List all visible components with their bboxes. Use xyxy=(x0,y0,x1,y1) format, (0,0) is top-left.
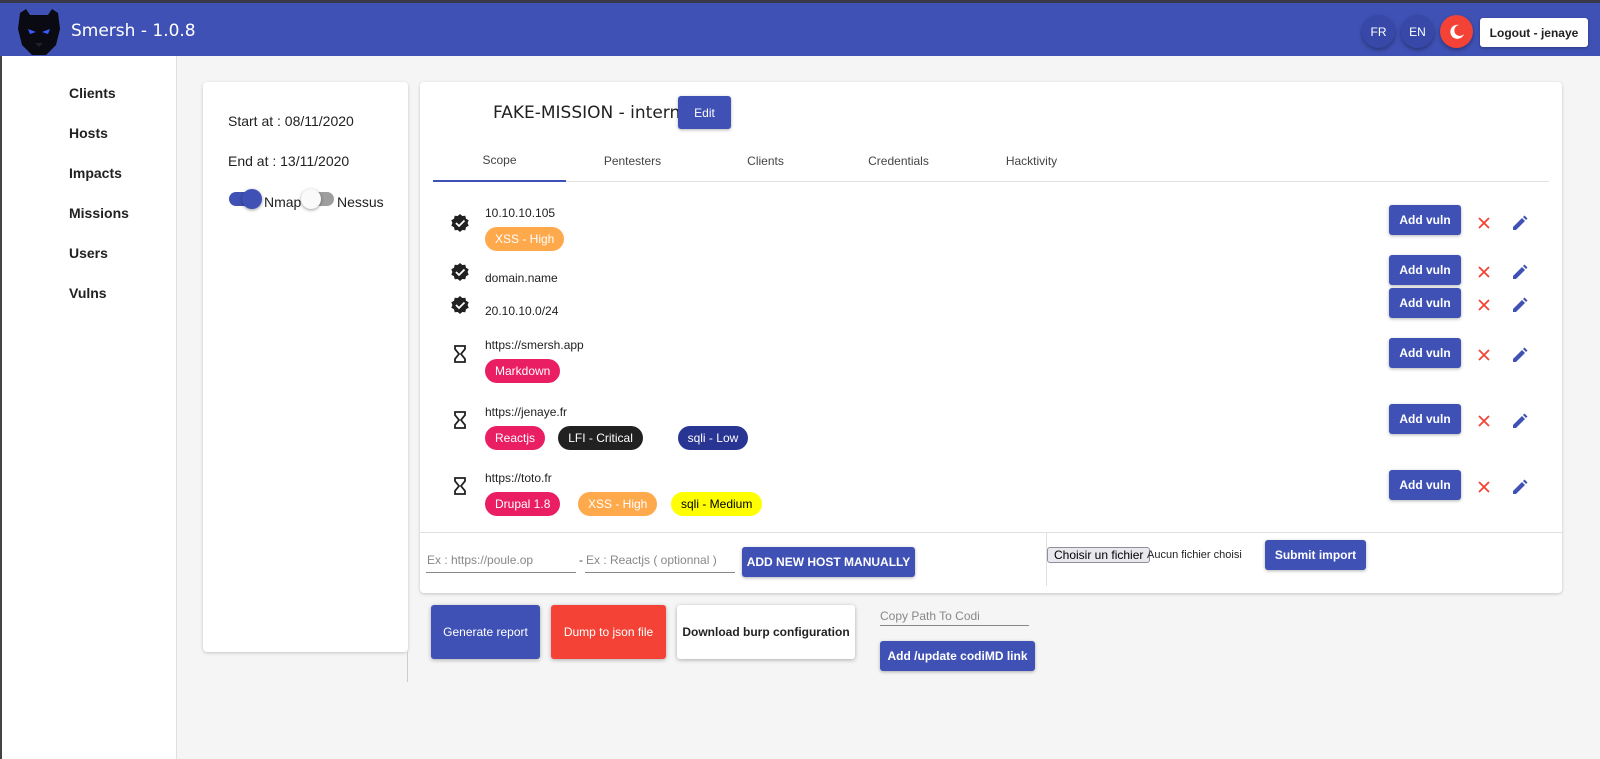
start-date: Start at : 08/11/2020 xyxy=(228,113,354,129)
nmap-toggle-knob xyxy=(242,189,262,209)
logout-button[interactable]: Logout - jenaye xyxy=(1480,18,1588,47)
technology-input[interactable] xyxy=(585,548,735,573)
host-input[interactable] xyxy=(426,548,576,573)
host-tag-chip[interactable]: XSS - High xyxy=(578,492,658,516)
theme-toggle-button[interactable] xyxy=(1440,15,1473,48)
tab-clients[interactable]: Clients xyxy=(699,140,832,182)
add-vuln-button[interactable]: Add vuln xyxy=(1389,205,1461,235)
download-burp-button[interactable]: Download burp configuration xyxy=(677,605,855,659)
submit-import-button[interactable]: Submit import xyxy=(1265,540,1366,570)
sidebar-item-vulns[interactable]: Vulns xyxy=(69,285,107,301)
file-status: Aucun fichier choisi xyxy=(1147,549,1242,561)
panther-logo-icon xyxy=(18,9,60,55)
delete-icon[interactable] xyxy=(1476,347,1492,363)
nmap-toggle[interactable] xyxy=(229,189,262,209)
add-vuln-button[interactable]: Add vuln xyxy=(1389,470,1461,500)
mission-info-card: Start at : 08/11/2020 End at : 13/11/202… xyxy=(203,82,408,652)
add-host-bar: - ADD NEW HOST MANUALLY Choisir un fichi… xyxy=(420,532,1562,593)
add-vuln-button[interactable]: Add vuln xyxy=(1389,288,1461,318)
lang-en-button[interactable]: EN xyxy=(1401,15,1434,48)
nessus-toggle[interactable] xyxy=(301,189,334,209)
tab-scope[interactable]: Scope xyxy=(433,140,566,182)
mission-tabs: Scope Pentesters Clients Credentials Hac… xyxy=(433,140,1549,182)
host-tag-chip[interactable]: LFI - Critical xyxy=(558,426,643,450)
hourglass-icon xyxy=(454,477,466,495)
sidebar-item-missions[interactable]: Missions xyxy=(69,205,129,221)
host-tag-chip[interactable]: Markdown xyxy=(485,359,561,383)
sidebar-item-users[interactable]: Users xyxy=(69,245,108,261)
sidebar-item-clients[interactable]: Clients xyxy=(69,85,116,101)
sidebar-item-hosts[interactable]: Hosts xyxy=(69,125,108,141)
delete-icon[interactable] xyxy=(1476,215,1492,231)
edit-pencil-icon[interactable] xyxy=(1511,296,1529,314)
add-vuln-button[interactable]: Add vuln xyxy=(1389,255,1461,285)
tab-credentials[interactable]: Credentials xyxy=(832,140,965,182)
sidebar-item-impacts[interactable]: Impacts xyxy=(69,165,122,181)
codimd-link-button[interactable]: Add /update codiMD link xyxy=(880,641,1035,671)
nessus-toggle-knob xyxy=(301,189,321,209)
host-name: https://toto.fr xyxy=(485,471,552,485)
divider xyxy=(407,652,408,682)
verified-check-icon xyxy=(451,296,469,314)
tab-pentesters[interactable]: Pentesters xyxy=(566,140,699,182)
delete-icon[interactable] xyxy=(1476,413,1492,429)
host-name: domain.name xyxy=(485,271,558,285)
sidebar: Clients Hosts Impacts Missions Users Vul… xyxy=(0,56,177,759)
verified-check-icon xyxy=(451,263,469,281)
host-tag-chip[interactable]: Reactjs xyxy=(485,426,546,450)
host-tag-chip[interactable]: Drupal 1.8 xyxy=(485,492,561,516)
host-name: 20.10.10.0/24 xyxy=(485,304,559,318)
add-host-button[interactable]: ADD NEW HOST MANUALLY xyxy=(742,547,915,577)
dump-json-button[interactable]: Dump to json file xyxy=(551,605,666,659)
edit-pencil-icon[interactable] xyxy=(1511,346,1529,364)
add-vuln-button[interactable]: Add vuln xyxy=(1389,404,1461,434)
host-tag-chip[interactable]: sqli - Low xyxy=(677,426,749,450)
host-name: 10.10.10.105 xyxy=(485,206,556,220)
generate-report-button[interactable]: Generate report xyxy=(431,605,540,659)
host-tag-chip[interactable]: sqli - Medium xyxy=(671,492,763,516)
edit-mission-button[interactable]: Edit xyxy=(678,96,731,129)
tab-hacktivity[interactable]: Hacktivity xyxy=(965,140,1098,182)
hourglass-icon xyxy=(454,345,466,363)
host-name: https://smersh.app xyxy=(485,338,584,352)
delete-icon[interactable] xyxy=(1476,264,1492,280)
add-vuln-button[interactable]: Add vuln xyxy=(1389,338,1461,368)
delete-icon[interactable] xyxy=(1476,479,1492,495)
edit-pencil-icon[interactable] xyxy=(1511,263,1529,281)
app-title: Smersh - 1.0.8 xyxy=(71,21,196,41)
host-tag-chip[interactable]: XSS - High xyxy=(485,227,565,251)
nmap-label: Nmap xyxy=(264,194,302,210)
hourglass-icon xyxy=(454,411,466,429)
edit-pencil-icon[interactable] xyxy=(1511,214,1529,232)
codi-path-input[interactable] xyxy=(880,606,1029,626)
mission-title: FAKE-MISSION - interne xyxy=(493,103,691,123)
nessus-label: Nessus xyxy=(337,194,384,210)
mission-card: FAKE-MISSION - interne Edit Scope Pentes… xyxy=(420,82,1562,593)
choose-file-button[interactable]: Choisir un fichier xyxy=(1047,547,1151,563)
app-bar: Smersh - 1.0.8 FR EN Logout - jenaye xyxy=(0,0,1600,56)
host-name: https://jenaye.fr xyxy=(485,405,568,419)
verified-check-icon xyxy=(451,214,469,232)
edit-pencil-icon[interactable] xyxy=(1511,412,1529,430)
edit-pencil-icon[interactable] xyxy=(1511,478,1529,496)
end-date: End at : 13/11/2020 xyxy=(228,153,350,169)
moon-icon xyxy=(1449,24,1464,39)
lang-fr-button[interactable]: FR xyxy=(1362,15,1395,48)
input-separator: - xyxy=(579,553,583,567)
delete-icon[interactable] xyxy=(1476,297,1492,313)
